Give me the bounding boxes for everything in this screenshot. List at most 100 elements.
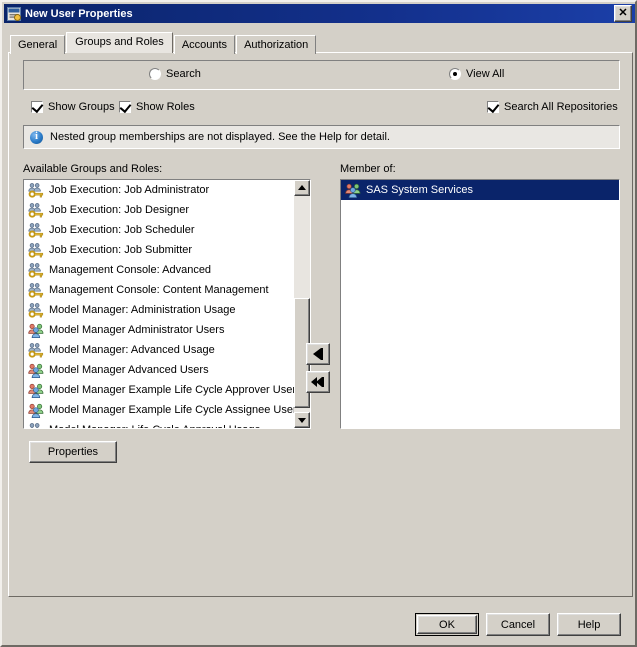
list-item[interactable]: SAS System Services (341, 180, 619, 200)
tab-general-label: General (18, 39, 58, 51)
list-item-label: Model Manager Example Life Cycle Approve… (49, 384, 294, 396)
checkbox-show-roles-label: Show Roles (136, 101, 195, 113)
list-item-label: Model Manager: Advanced Usage (49, 344, 215, 356)
member-of-listbox[interactable]: SAS System Services (340, 179, 620, 429)
list-item-label: Job Execution: Job Scheduler (49, 224, 195, 236)
checkbox-search-all-repositories[interactable]: Search All Repositories (487, 101, 618, 113)
role-icon (28, 342, 44, 358)
radio-search-label: Search (166, 68, 201, 80)
role-icon (28, 222, 44, 238)
ok-button-label: OK (439, 618, 455, 631)
checkbox-search-all-repositories-label: Search All Repositories (504, 101, 618, 113)
checkbox-show-groups-label: Show Groups (48, 101, 115, 113)
filter-checkbox-row: Show Groups Show Roles Search All Reposi… (9, 101, 634, 119)
list-item[interactable]: Job Execution: Job Administrator (24, 180, 294, 200)
role-icon (28, 182, 44, 198)
window-title: New User Properties (25, 7, 133, 20)
list-item-label: Management Console: Content Management (49, 284, 269, 296)
role-icon (28, 202, 44, 218)
info-bar: Nested group memberships are not display… (23, 125, 620, 149)
member-of-list-label: Member of: (340, 163, 396, 175)
new-user-properties-dialog: New User Properties ✕ General Groups and… (0, 0, 637, 647)
available-list-items[interactable]: Job Execution: Job Administrator Job Exec… (24, 180, 294, 428)
member-of-list-items[interactable]: SAS System Services (341, 180, 619, 428)
list-item[interactable]: Model Manager Example Life Cycle Approve… (24, 380, 294, 400)
list-item-label: Model Manager Example Life Cycle Assigne… (49, 404, 294, 416)
list-item[interactable]: Model Manager Example Life Cycle Assigne… (24, 400, 294, 420)
close-glyph: ✕ (618, 7, 628, 19)
arrow-down-icon (298, 418, 306, 423)
radio-view-all-indicator (449, 68, 461, 80)
scroll-up-button[interactable] (294, 180, 310, 196)
tab-groups-and-roles[interactable]: Groups and Roles (66, 32, 173, 53)
tab-page-groups-and-roles: Search View All Show Groups Show Roles S… (8, 52, 633, 597)
cancel-button-label: Cancel (500, 618, 536, 631)
list-item[interactable]: Job Execution: Job Submitter (24, 240, 294, 260)
tab-authorization-label: Authorization (244, 39, 309, 51)
tab-accounts[interactable]: Accounts (173, 35, 236, 54)
tab-groups-and-roles-label: Groups and Roles (75, 36, 164, 48)
list-item[interactable]: Model Manager: Life Cycle Approval Usage (24, 420, 294, 428)
properties-button-label: Properties (47, 446, 99, 458)
checkbox-show-roles[interactable]: Show Roles (119, 101, 195, 113)
close-icon[interactable]: ✕ (614, 5, 632, 22)
group-icon (28, 402, 44, 418)
scroll-down-button[interactable] (294, 412, 310, 428)
list-item[interactable]: Job Execution: Job Scheduler (24, 220, 294, 240)
arrow-left-bar-icon (313, 348, 323, 360)
available-groups-and-roles-listbox[interactable]: Job Execution: Job Administrator Job Exec… (23, 179, 311, 429)
role-icon (28, 302, 44, 318)
ok-button[interactable]: OK (415, 613, 479, 636)
role-icon (28, 262, 44, 278)
checkbox-show-groups[interactable]: Show Groups (31, 101, 115, 113)
tab-accounts-label: Accounts (181, 39, 228, 51)
list-item-label: Model Manager: Administration Usage (49, 304, 236, 316)
cancel-button[interactable]: Cancel (486, 613, 550, 636)
list-item-label: Job Execution: Job Administrator (49, 184, 210, 196)
list-item[interactable]: Model Manager Advanced Users (24, 360, 294, 380)
list-item-label: Model Manager Administrator Users (49, 324, 225, 336)
role-icon (28, 282, 44, 298)
tab-strip: General Groups and Roles Accounts Author… (10, 32, 317, 54)
search-mode-panel: Search View All (23, 60, 620, 90)
list-item-label: Management Console: Advanced (49, 264, 212, 276)
help-button[interactable]: Help (557, 613, 621, 636)
arrow-double-left-bar-icon (311, 377, 324, 387)
list-item[interactable]: Job Execution: Job Designer (24, 200, 294, 220)
ok-button-inner: OK (417, 615, 477, 634)
role-icon (28, 422, 44, 428)
info-bar-text: Nested group memberships are not display… (50, 131, 390, 143)
list-item-label: Model Manager: Life Cycle Approval Usage (49, 424, 261, 428)
list-item[interactable]: Management Console: Content Management (24, 280, 294, 300)
group-icon (345, 182, 361, 198)
remove-selected-button[interactable] (306, 343, 330, 365)
group-icon (28, 382, 44, 398)
checkbox-show-roles-indicator (119, 101, 131, 113)
arrow-up-icon (298, 185, 306, 190)
tab-authorization[interactable]: Authorization (236, 35, 317, 54)
radio-view-all-label: View All (466, 68, 505, 80)
list-item[interactable]: Model Manager Administrator Users (24, 320, 294, 340)
list-item-label: Job Execution: Job Submitter (49, 244, 193, 256)
list-item-label: Job Execution: Job Designer (49, 204, 190, 216)
checkbox-show-groups-indicator (31, 101, 43, 113)
window-icon (7, 6, 21, 21)
group-icon (28, 362, 44, 378)
radio-view-all[interactable]: View All (449, 68, 504, 80)
list-item[interactable]: Model Manager: Administration Usage (24, 300, 294, 320)
help-button-label: Help (577, 618, 601, 631)
available-list-label: Available Groups and Roles: (23, 163, 163, 175)
list-item-label: SAS System Services (366, 184, 473, 196)
remove-all-button[interactable] (306, 371, 330, 393)
list-item-label: Model Manager Advanced Users (49, 364, 209, 376)
list-item[interactable]: Model Manager: Advanced Usage (24, 340, 294, 360)
role-icon (28, 242, 44, 258)
title-bar[interactable]: New User Properties ✕ (4, 4, 635, 23)
info-icon (30, 130, 43, 144)
radio-search[interactable]: Search (149, 68, 201, 80)
radio-search-indicator (149, 68, 161, 80)
list-item[interactable]: Management Console: Advanced (24, 260, 294, 280)
tab-general[interactable]: General (10, 35, 66, 54)
checkbox-search-all-repositories-indicator (487, 101, 499, 113)
properties-button[interactable]: Properties (29, 441, 117, 463)
